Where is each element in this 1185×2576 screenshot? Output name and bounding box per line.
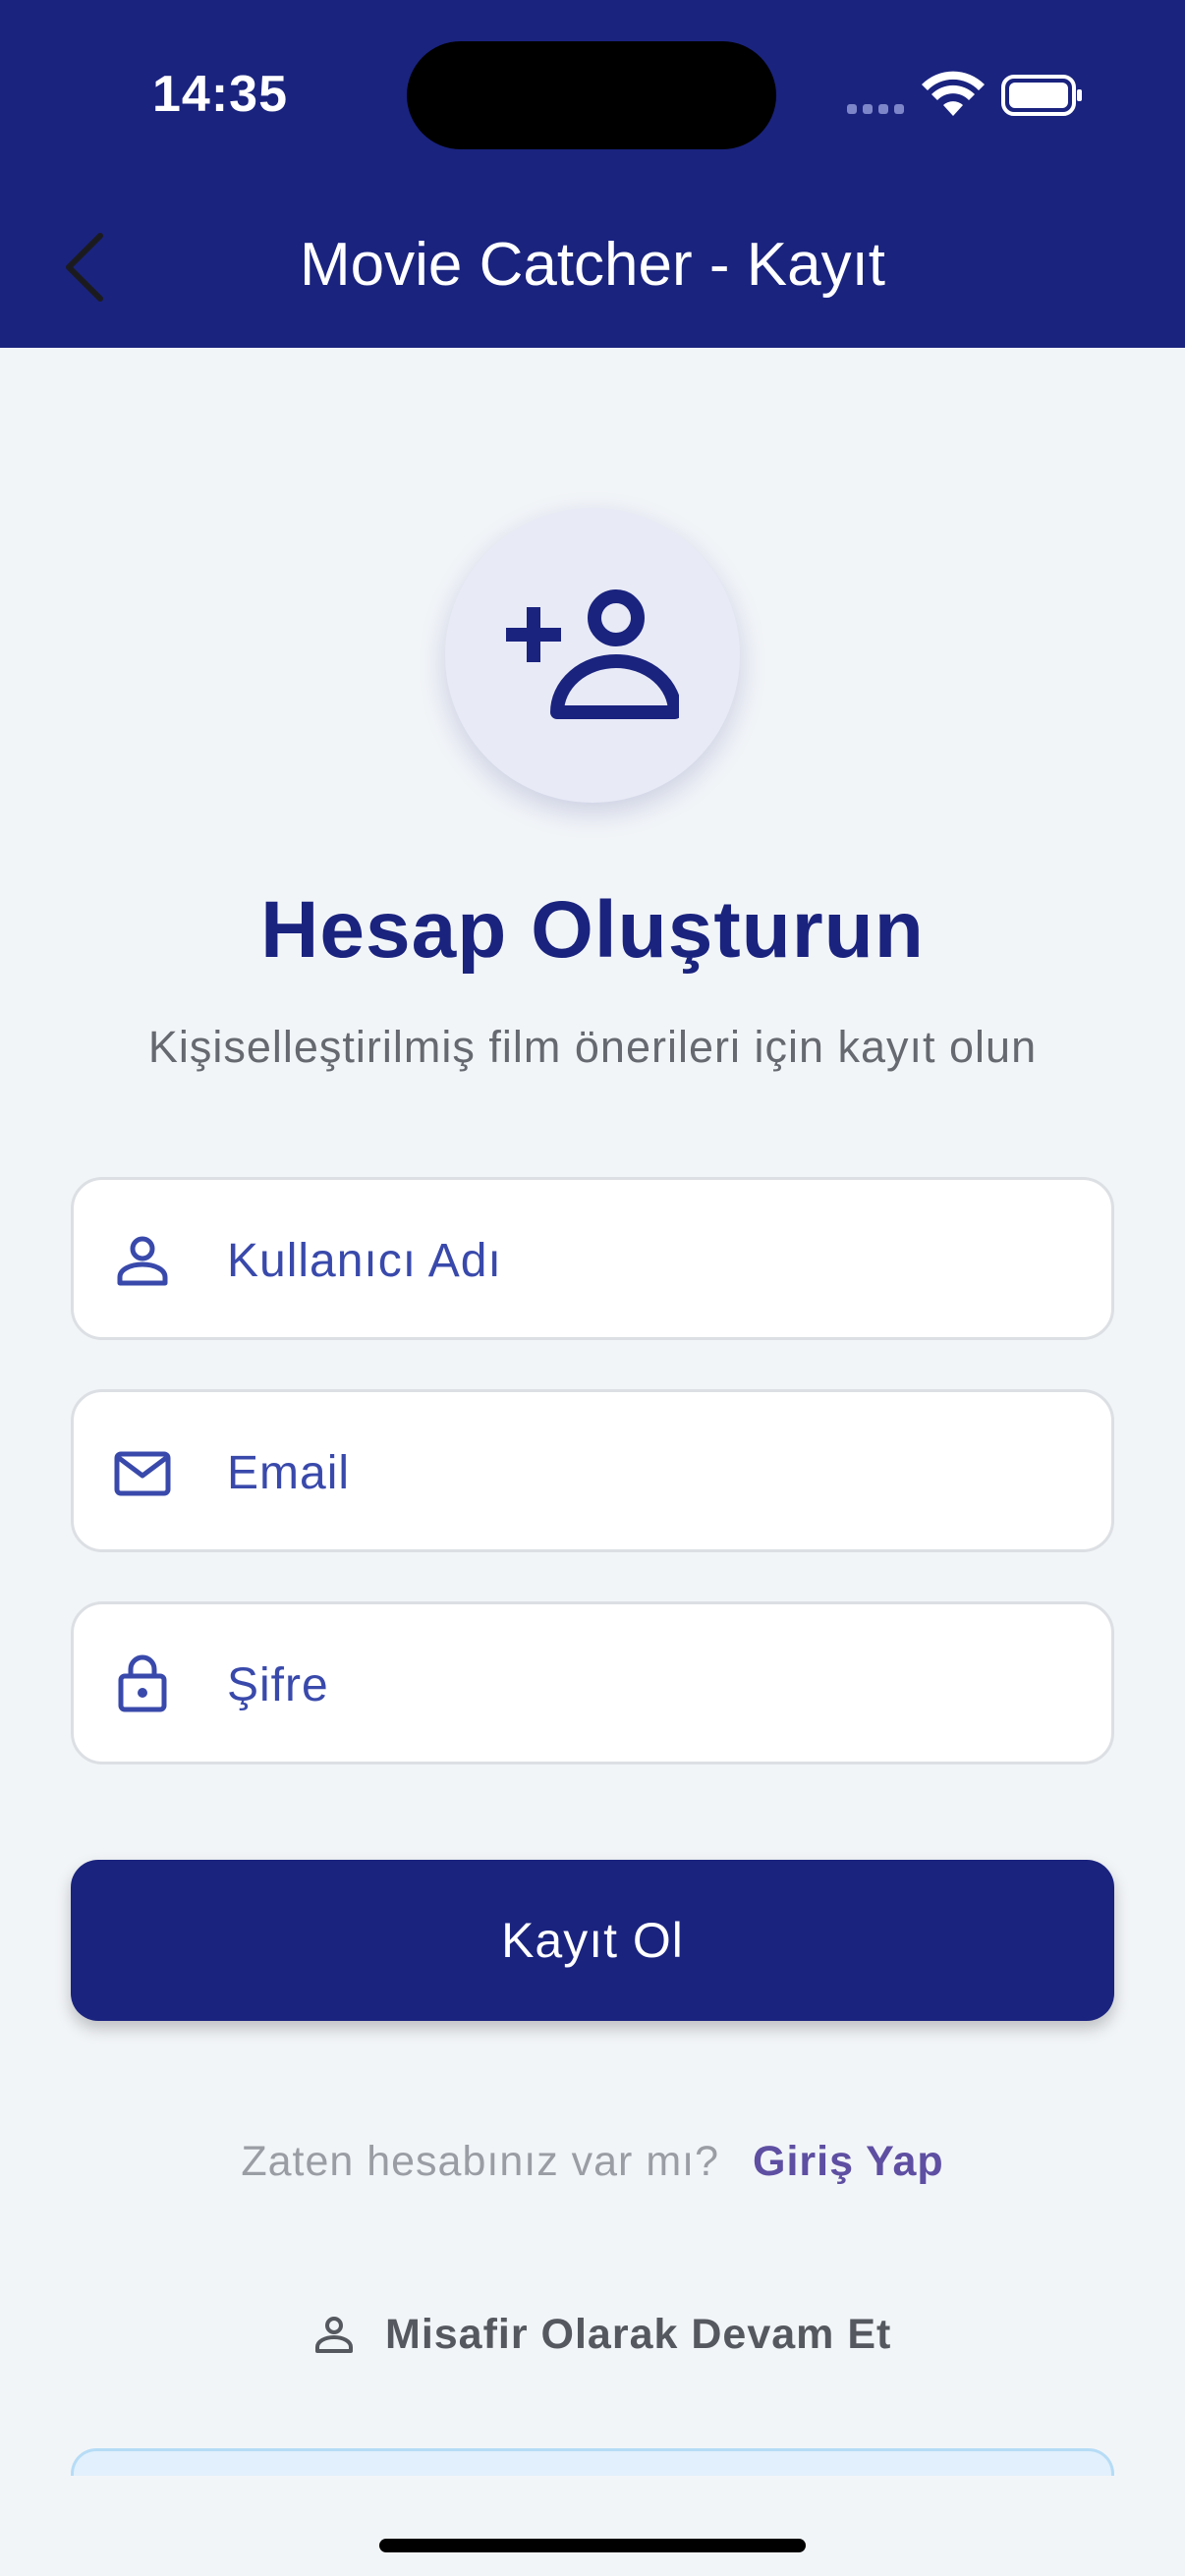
register-button[interactable]: Kayıt Ol — [71, 1860, 1114, 2021]
login-question: Zaten hesabınız var mı? — [241, 2138, 720, 2185]
page-heading: Hesap Oluşturun — [260, 885, 925, 975]
home-indicator[interactable] — [379, 2539, 806, 2552]
app-header: 14:35 Movie Catcher - Kayıt — [0, 0, 1185, 348]
username-placeholder: Kullanıcı Adı — [227, 1235, 502, 1287]
login-link[interactable]: Giriş Yap — [753, 2138, 944, 2185]
wifi-icon — [922, 71, 985, 116]
password-placeholder: Şifre — [227, 1659, 329, 1711]
password-field[interactable]: Şifre — [71, 1601, 1114, 1764]
info-card — [71, 2448, 1114, 2476]
status-icons — [847, 71, 1082, 116]
lock-icon — [118, 1654, 167, 1712]
email-field[interactable]: Email — [71, 1389, 1114, 1552]
hero-avatar — [445, 508, 740, 803]
battery-icon — [1001, 75, 1082, 116]
cellular-icon — [847, 104, 904, 114]
guest-button[interactable]: Misafir Olarak Devam Et — [312, 2305, 891, 2364]
page-subheading: Kişiselleştirilmiş film önerileri için k… — [147, 1022, 1038, 1072]
person-icon — [117, 1236, 168, 1286]
guest-label: Misafir Olarak Devam Et — [385, 2310, 892, 2358]
email-placeholder: Email — [227, 1447, 351, 1499]
person-icon — [315, 2317, 353, 2353]
username-field[interactable]: Kullanıcı Adı — [71, 1177, 1114, 1340]
nav-title: Movie Catcher - Kayıt — [299, 231, 886, 299]
mail-icon — [114, 1451, 171, 1496]
login-prompt: Zaten hesabınız var mı? Giriş Yap — [0, 2138, 1185, 2186]
dynamic-island — [407, 41, 776, 149]
person-add-icon — [506, 589, 679, 719]
status-time: 14:35 — [152, 66, 288, 123]
